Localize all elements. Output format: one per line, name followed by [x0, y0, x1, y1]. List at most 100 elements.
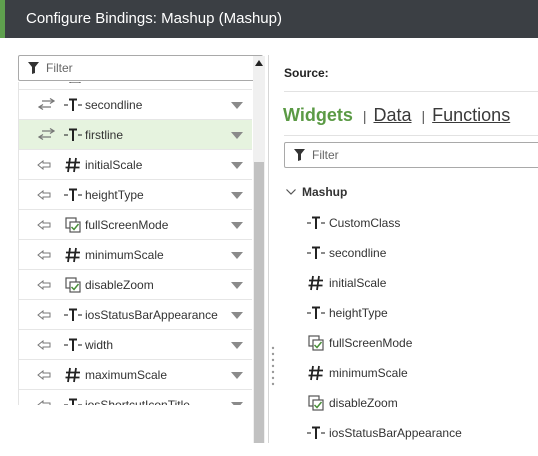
- binding-arrow-icon: [37, 250, 51, 260]
- string-type-icon: [64, 128, 82, 141]
- property-label: heightType: [85, 188, 144, 202]
- source-item[interactable]: initialScale: [306, 275, 536, 306]
- property-label: secondline: [85, 98, 143, 112]
- tab-widgets[interactable]: Widgets: [283, 105, 353, 126]
- property-row[interactable]: minimumScale: [19, 240, 252, 270]
- titlebar-accent: [0, 0, 5, 38]
- binding-arrow-icon: [37, 370, 51, 380]
- chevron-down-icon[interactable]: [231, 312, 243, 319]
- binding-arrow-icon: [37, 400, 51, 405]
- binding-arrow-icon: [37, 220, 51, 230]
- source-item-label: iosStatusBarAppearance: [329, 426, 462, 440]
- chevron-down-icon[interactable]: [231, 102, 243, 109]
- tab-separator: |: [362, 108, 367, 124]
- property-label: maximumScale: [85, 368, 168, 382]
- property-row[interactable]: secondline: [19, 90, 252, 120]
- string-type-icon: [64, 188, 82, 201]
- boolean-type-icon: [65, 277, 81, 293]
- binding-arrow-icon: [37, 160, 51, 170]
- property-label: minimumScale: [85, 248, 164, 262]
- string-type-icon: [64, 398, 82, 405]
- property-row[interactable]: firstline: [19, 120, 252, 150]
- chevron-down-icon[interactable]: [231, 222, 243, 229]
- source-item[interactable]: disableZoom: [306, 395, 536, 426]
- source-item-label: fullScreenMode: [329, 336, 413, 350]
- boolean-type-icon: [65, 217, 81, 233]
- property-row[interactable]: initialScale: [19, 150, 252, 180]
- property-label: initialScale: [85, 158, 143, 172]
- string-type-icon: [64, 338, 82, 351]
- tab-data[interactable]: Data: [373, 105, 411, 126]
- source-item-label: CustomClass: [329, 216, 401, 230]
- string-type-icon: [64, 308, 82, 321]
- chevron-down-icon[interactable]: [231, 402, 243, 405]
- scrollbar-thumb[interactable]: [254, 162, 264, 443]
- binding-arrow-icon: [37, 310, 51, 320]
- source-item-label: heightType: [329, 306, 388, 320]
- source-tabs: Widgets | Data | Functions: [283, 105, 510, 131]
- boolean-type-icon: [308, 335, 324, 351]
- source-item-label: minimumScale: [329, 366, 408, 380]
- number-type-icon: [65, 367, 80, 383]
- number-type-icon: [308, 365, 323, 381]
- string-type-icon: [307, 306, 325, 319]
- property-row-partial[interactable]: visible: [19, 82, 252, 90]
- source-item[interactable]: fullScreenMode: [306, 335, 536, 366]
- binding-arrow-icon: [37, 340, 51, 350]
- chevron-down-icon[interactable]: [231, 342, 243, 349]
- source-panel: Source: Widgets | Data | Functions Filter Ma…: [270, 38, 538, 443]
- left-scrollbar[interactable]: [253, 56, 265, 443]
- bidirectional-binding-icon: [38, 128, 55, 140]
- binding-arrow-icon: [37, 190, 51, 200]
- right-filter-placeholder: Filter: [312, 148, 339, 162]
- filter-icon: [294, 149, 305, 161]
- number-type-icon: [65, 157, 80, 173]
- property-row[interactable]: disableZoom: [19, 270, 252, 300]
- source-item-label: disableZoom: [329, 396, 398, 410]
- source-item-label: secondline: [329, 246, 387, 260]
- chevron-down-icon[interactable]: [231, 132, 243, 139]
- target-properties-list: visible secondline firstline initialScale h…: [18, 82, 252, 405]
- property-row[interactable]: width: [19, 330, 252, 360]
- collapse-caret-icon[interactable]: [286, 189, 296, 195]
- filter-icon: [28, 62, 39, 74]
- property-row[interactable]: fullScreenMode: [19, 210, 252, 240]
- chevron-down-icon[interactable]: [231, 282, 243, 289]
- property-row[interactable]: iosStatusBarAppearance: [19, 300, 252, 330]
- property-row[interactable]: iosShortcutIconTitle: [19, 390, 252, 405]
- source-label: Source:: [284, 66, 329, 80]
- right-filter-input[interactable]: Filter: [284, 142, 538, 168]
- source-item[interactable]: secondline: [306, 246, 536, 276]
- property-row[interactable]: heightType: [19, 180, 252, 210]
- group-label: Mashup: [302, 185, 348, 199]
- bidirectional-binding-icon: [38, 98, 55, 110]
- string-type-icon: [307, 426, 325, 439]
- chevron-down-icon[interactable]: [231, 192, 243, 199]
- dialog-title: Configure Bindings: Mashup (Mashup): [26, 10, 282, 27]
- tabs-divider: [284, 135, 538, 136]
- source-item[interactable]: minimumScale: [306, 365, 536, 396]
- number-type-icon: [65, 247, 80, 263]
- scroll-up-arrow-icon[interactable]: [255, 60, 263, 66]
- property-label: fullScreenMode: [85, 218, 169, 232]
- property-label: iosShortcutIconTitle: [85, 398, 190, 405]
- chevron-down-icon[interactable]: [231, 162, 243, 169]
- source-item-label: initialScale: [329, 276, 387, 290]
- property-row[interactable]: maximumScale: [19, 360, 252, 390]
- chevron-down-icon[interactable]: [231, 372, 243, 379]
- source-item[interactable]: iosStatusBarAppearance: [306, 426, 536, 456]
- tab-functions[interactable]: Functions: [432, 105, 510, 126]
- source-item[interactable]: CustomClass: [306, 216, 536, 246]
- boolean-type-icon: [69, 82, 81, 83]
- chevron-down-icon[interactable]: [231, 252, 243, 259]
- dialog-titlebar: Configure Bindings: Mashup (Mashup): [0, 0, 538, 38]
- boolean-type-icon: [308, 395, 324, 411]
- source-item[interactable]: heightType: [306, 306, 536, 336]
- property-label: disableZoom: [85, 278, 154, 292]
- string-type-icon: [64, 98, 82, 111]
- left-filter-input[interactable]: Filter: [18, 55, 263, 81]
- left-filter-placeholder: Filter: [46, 61, 73, 75]
- panel-divider: [268, 55, 269, 443]
- string-type-icon: [307, 216, 325, 229]
- tab-separator: |: [421, 108, 426, 124]
